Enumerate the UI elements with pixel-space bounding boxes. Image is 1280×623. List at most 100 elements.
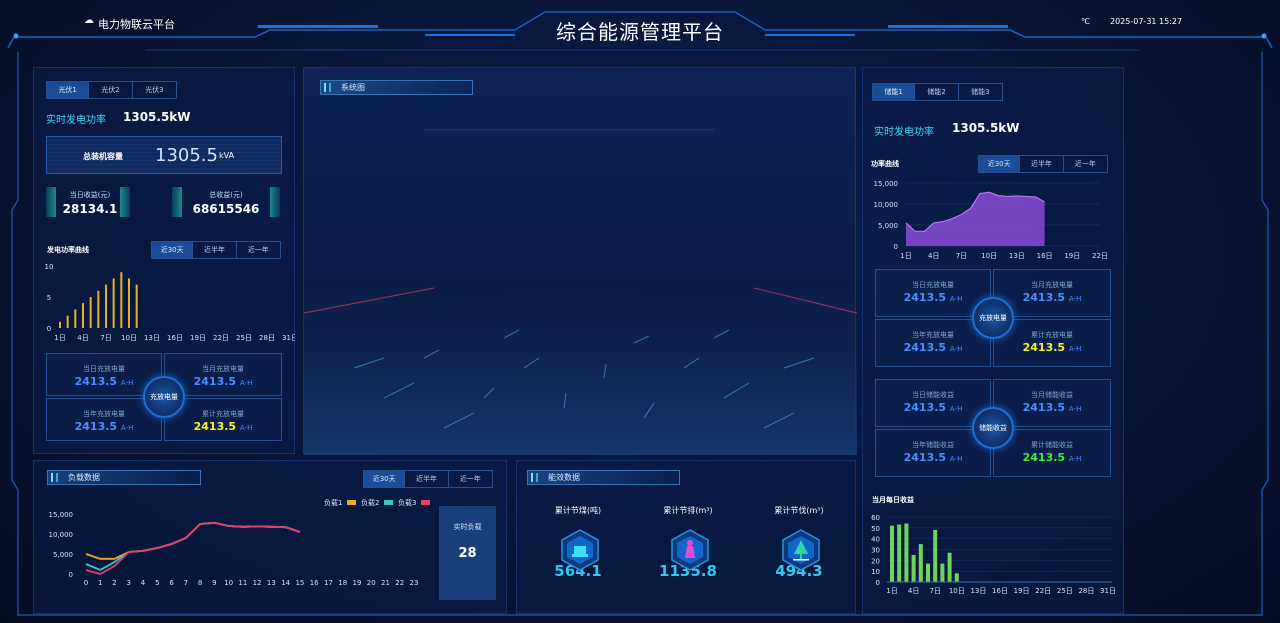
legend-swatch [421, 500, 430, 505]
charge-center-badge: 充放电量 [143, 376, 185, 418]
tab-year[interactable]: 近一年 [1064, 156, 1107, 172]
temperature-unit: ℃ [1081, 17, 1090, 26]
realtime-load-value: 28 [458, 546, 477, 561]
stat-value: 2413.5 A-H [876, 291, 990, 304]
x-tick-label: 3 [127, 579, 131, 587]
tab-storage2[interactable]: 储能2 [915, 84, 959, 100]
stat-value: 2413.5 A-H [876, 341, 990, 354]
bar [97, 290, 100, 328]
x-tick-label: 0 [84, 579, 88, 587]
x-tick-label: 1日 [886, 587, 897, 595]
tab-30d[interactable]: 近30天 [152, 242, 194, 258]
x-tick-label: 10日 [949, 587, 965, 595]
x-tick-label: 9 [212, 579, 216, 587]
tab-half-year[interactable]: 近半年 [193, 242, 237, 258]
x-tick-label: 19 [352, 579, 361, 587]
bar [911, 554, 916, 582]
pv-power-label: 实时发电功率 [46, 115, 106, 126]
x-tick-label: 22日 [1092, 252, 1108, 260]
income-deco-mid2 [172, 187, 182, 217]
stat-caption: 当日充放电量 [83, 365, 125, 373]
x-tick-label: 13日 [1009, 252, 1025, 260]
stat-value: 2413.5 A-H [994, 451, 1110, 464]
x-tick-label: 16 [310, 579, 319, 587]
system-diagram-panel [303, 67, 857, 455]
y-tick-label: 0 [894, 243, 898, 251]
x-tick-label: 7 [184, 579, 188, 587]
bar [66, 315, 69, 328]
tab-pv3[interactable]: 光伏3 [133, 82, 176, 98]
stat-number: 2413.5 [903, 341, 947, 354]
storage-charge-stats: 当日充放电量 2413.5 A-H 当月充放电量 2413.5 A-H 当年充放… [875, 269, 1111, 368]
pv-power-value: 1305.5kW [123, 110, 191, 124]
x-tick-label: 16日 [1037, 252, 1053, 260]
x-tick-label: 19日 [190, 334, 206, 342]
y-tick-label: 15,000 [49, 511, 74, 519]
income-deco-left [46, 187, 56, 217]
bar [105, 284, 107, 328]
realtime-load-label: 实时负载 [453, 523, 482, 531]
x-tick-label: 16日 [992, 587, 1008, 595]
x-tick-label: 8 [198, 579, 202, 587]
stat-number: 2413.5 [1022, 401, 1066, 414]
stat-caption: 累计储能收益 [1031, 441, 1073, 449]
daily-income-chart: 60 50 40 30 20 10 0 1日 4日 7日 10日 13日 16日 19日 22日 25日 28日… [871, 514, 1116, 595]
storage-power-value: 1305.5kW [952, 121, 1020, 135]
tab-year[interactable]: 近一年 [237, 242, 280, 258]
y-tick-label: 15,000 [874, 180, 899, 188]
stat-number: 2413.5 [74, 375, 118, 388]
x-tick-label: 17 [324, 579, 333, 587]
tab-storage3[interactable]: 储能3 [959, 84, 1002, 100]
tab-storage1[interactable]: 储能1 [873, 84, 916, 100]
bar [897, 524, 902, 582]
stat-value: 2413.5 A-H [165, 420, 281, 433]
load-title: 负载数据 [47, 470, 201, 485]
y-tick-label: 40 [871, 536, 880, 544]
stat-number: 2413.5 [1022, 451, 1066, 464]
x-tick-label: 4日 [928, 252, 939, 260]
x-tick-label: 4日 [77, 334, 88, 342]
bar [933, 530, 938, 582]
y-tick-label: 10,000 [874, 201, 899, 209]
pv-chart-title: 发电功率曲线 [47, 246, 89, 254]
x-tick-label: 2 [112, 579, 116, 587]
bar [926, 563, 930, 582]
stat-value: 2413.5 A-H [994, 401, 1110, 414]
x-tick-label: 13日 [144, 334, 160, 342]
system-diagram-title: 系统图 [320, 80, 473, 95]
x-tick-label: 31日 [1100, 587, 1116, 595]
tab-30d[interactable]: 近30天 [979, 156, 1021, 172]
datetime: 2025-07-31 15:27 [1110, 17, 1183, 26]
tab-pv2[interactable]: 光伏2 [89, 82, 133, 98]
stat-number: 2413.5 [74, 420, 118, 433]
emission-icon [671, 529, 709, 571]
x-tick-label: 6 [169, 579, 174, 587]
x-tick-label: 15 [295, 579, 304, 587]
x-tick-label: 19日 [1064, 252, 1080, 260]
pv-bar-chart: 0 5 10 1日 4日 7日 10日 13日 16日 19日 22日 25日 28日 31日 [45, 263, 295, 342]
tab-30d[interactable]: 近30天 [364, 471, 406, 487]
eff-label: 累计节煤(吨) [554, 506, 602, 515]
eff-forest: 累计节伐(m³) 494.3 [754, 505, 844, 580]
bar [954, 573, 959, 582]
tab-year[interactable]: 近一年 [449, 471, 492, 487]
tab-pv1[interactable]: 光伏1 [47, 82, 90, 98]
stat-unit: A-H [239, 424, 253, 432]
stat-unit: A-H [1068, 405, 1082, 413]
x-tick-label: 22日 [1035, 587, 1051, 595]
stat-number: 2413.5 [193, 420, 237, 433]
tab-half-year[interactable]: 近半年 [405, 471, 449, 487]
capacity-unit: kVA [219, 151, 235, 160]
pv-charge-stats: 当日充放电量 2413.5 A-H 当月充放电量 2413.5 A-H 当年充放… [46, 353, 282, 441]
stat-number: 2413.5 [903, 401, 947, 414]
x-tick-label: 1日 [900, 252, 911, 260]
efficiency-title: 能效数据 [527, 470, 680, 485]
tab-half-year[interactable]: 近半年 [1020, 156, 1064, 172]
x-tick-label: 25日 [236, 334, 252, 342]
stat-caption: 当月充放电量 [1031, 281, 1073, 289]
stat-caption: 当月储能收益 [1031, 391, 1073, 399]
storage-range-tabs: 近30天 近半年 近一年 [978, 155, 1108, 173]
capacity-value: 1305.5 [155, 145, 218, 166]
stat-caption: 当日充放电量 [912, 281, 954, 289]
x-tick-label: 25日 [1057, 587, 1073, 595]
